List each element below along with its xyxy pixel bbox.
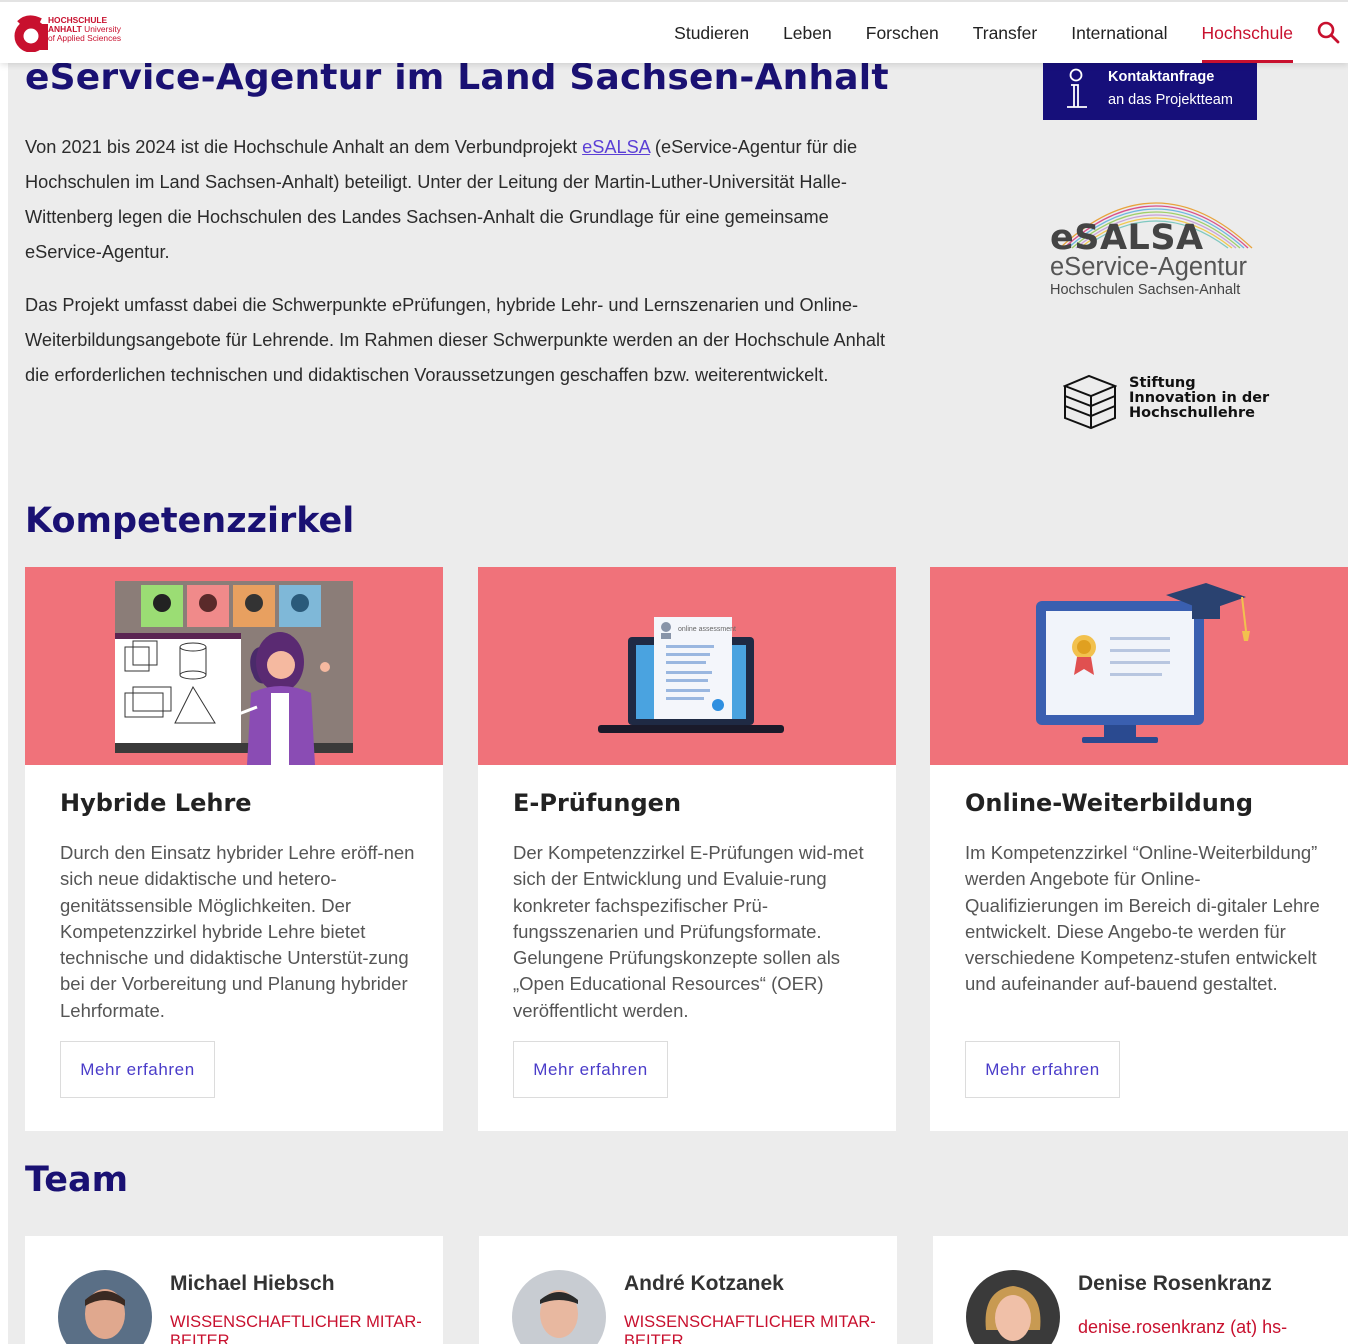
intro-paragraph-2: Das Projekt umfasst dabei die Schwerpunk…	[25, 295, 886, 385]
card-hybride-lehre: Hybride Lehre Durch den Einsatz hybrider…	[25, 567, 443, 1131]
person-photo	[512, 1270, 606, 1344]
esalsa-link[interactable]: eSALSA	[582, 137, 650, 157]
kompetenzzirkel-heading: Kompetenzzirkel	[25, 501, 355, 541]
assessment-label: online assessment	[678, 626, 736, 633]
team-member-card: André Kotzanek WISSENSCHAFTLICHER MITAR-…	[479, 1236, 897, 1344]
avatar	[512, 1270, 606, 1344]
card-online-weiterbildung: Online-Weiterbildung Im Kompetenzzirkel …	[930, 567, 1348, 1131]
person-photo	[58, 1270, 152, 1344]
esalsa-name: eSALSA	[1050, 218, 1204, 258]
avatar	[58, 1270, 152, 1344]
team-member-card: Denise Rosenkranz denise.rosenkranz (at)…	[933, 1236, 1348, 1344]
nav-item-forschen[interactable]: Forschen	[866, 2, 939, 63]
esalsa-subtitle-2: Hochschulen Sachsen-Anhalt	[1050, 282, 1241, 298]
team-member-card: Michael Hiebsch WISSENSCHAFTLICHER MITAR…	[25, 1236, 443, 1344]
search-icon	[1317, 21, 1340, 43]
contact-request-button[interactable]: Kontaktanfrage an das Projektteam	[1043, 63, 1257, 120]
intro-paragraph-1: Von 2021 bis 2024 ist die Hochschule Anh…	[25, 137, 858, 262]
video-lecture-illustration	[115, 581, 353, 765]
nav-item-leben[interactable]: Leben	[783, 2, 832, 63]
stacked-box-icon	[1063, 374, 1117, 430]
card-image-assessment: online assessment	[478, 567, 896, 765]
page-title: eService-Agentur im Land Sachsen-Anhalt	[25, 57, 889, 98]
esalsa-subtitle: eService-Agentur	[1050, 253, 1248, 281]
contact-label: Kontaktanfrage	[1108, 69, 1215, 85]
card-image-hybrid	[25, 567, 443, 765]
member-name: Denise Rosenkranz	[1078, 1272, 1272, 1295]
card-e-pruefungen: online assessment E-Prüfungen Der Kompet…	[478, 567, 896, 1131]
logo-a-icon	[14, 15, 48, 52]
stiftung-text: Stiftung Innovation in der Hochschullehr…	[1129, 375, 1270, 421]
mehr-erfahren-button[interactable]: Mehr erfahren	[965, 1041, 1120, 1098]
member-email[interactable]: denise.rosenkranz (at) hs-	[1078, 1317, 1287, 1338]
team-heading: Team	[25, 1160, 129, 1200]
esalsa-logo[interactable]: eSALSA eService-Agentur Hochschulen Sach…	[1046, 178, 1260, 308]
card-title: Online-Weiterbildung	[965, 789, 1254, 817]
card-image-monitor	[930, 567, 1348, 765]
member-name: André Kotzanek	[624, 1272, 784, 1295]
nav-item-hochschule[interactable]: Hochschule	[1201, 2, 1294, 63]
stiftung-logo[interactable]: Stiftung Innovation in der Hochschullehr…	[1063, 374, 1269, 434]
contact-sublabel: an das Projektteam	[1108, 92, 1233, 108]
laptop-assessment-illustration: online assessment	[598, 617, 784, 733]
avatar	[966, 1270, 1060, 1344]
hochschule-anhalt-logo[interactable]: HOCHSCHULE ANHALT University of Applied …	[14, 14, 154, 54]
card-description: Durch den Einsatz hybrider Lehre eröff-n…	[60, 842, 415, 1021]
monitor-certificate-illustration	[1036, 583, 1250, 743]
nav-item-international[interactable]: International	[1071, 2, 1167, 63]
card-description: Im Kompetenzzirkel “Online-Weiterbildung…	[965, 842, 1320, 995]
member-role: WISSENSCHAFTLICHER MITAR-BEITER	[170, 1313, 422, 1344]
search-button[interactable]	[1316, 20, 1342, 46]
info-icon	[1067, 68, 1087, 108]
logo-text: HOCHSCHULE ANHALT University of Applied …	[48, 15, 122, 43]
member-name: Michael Hiebsch	[170, 1272, 335, 1295]
person-photo	[966, 1270, 1060, 1344]
card-title: Hybride Lehre	[60, 789, 252, 817]
site-header: HOCHSCHULE ANHALT University of Applied …	[0, 0, 1348, 63]
card-description: Der Kompetenzzirkel E-Prüfungen wid-met …	[513, 842, 864, 1021]
main-content: eService-Agentur im Land Sachsen-Anhalt …	[8, 57, 1348, 1344]
nav-item-studieren[interactable]: Studieren	[674, 2, 749, 63]
member-role: WISSENSCHAFTLICHER MITAR-BEITER	[624, 1313, 876, 1344]
mehr-erfahren-button[interactable]: Mehr erfahren	[60, 1041, 215, 1098]
card-title: E-Prüfungen	[513, 789, 682, 817]
mehr-erfahren-button[interactable]: Mehr erfahren	[513, 1041, 668, 1098]
nav-item-transfer[interactable]: Transfer	[973, 2, 1038, 63]
main-navigation: Studieren Leben Forschen Transfer Intern…	[657, 2, 1348, 63]
